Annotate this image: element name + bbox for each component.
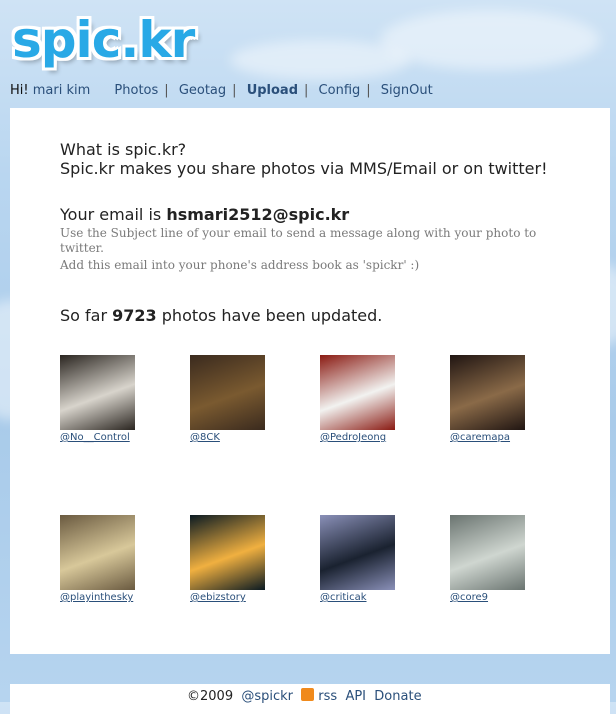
- help-subject-text: Use the Subject line of your email to se…: [60, 226, 537, 255]
- photo-count: 9723: [112, 306, 157, 325]
- count-suffix: photos have been updated.: [161, 306, 383, 325]
- photo-image[interactable]: [190, 515, 265, 590]
- nav-geotag-link[interactable]: Geotag: [179, 83, 226, 98]
- nav-separator: |: [232, 83, 237, 98]
- photo-thumb[interactable]: @ebizstory: [190, 515, 265, 603]
- photo-image[interactable]: [190, 355, 265, 430]
- main-nav: Hi! mari kim Photos | Geotag | Upload | Con…: [10, 83, 433, 98]
- photo-image[interactable]: [450, 515, 525, 590]
- photo-username-link[interactable]: @PedroJeong: [320, 432, 395, 443]
- intro-answer: Spic.kr makes you share photos via MMS/E…: [60, 159, 548, 178]
- footer: ©2009 @spickr rss API Donate: [10, 684, 610, 714]
- photo-image[interactable]: [320, 355, 395, 430]
- photo-count-line: So far 9723 photos have been updated.: [60, 306, 382, 325]
- nav-signout-link[interactable]: SignOut: [381, 83, 433, 98]
- spickr-logo[interactable]: spic.kr: [12, 8, 212, 78]
- rss-icon[interactable]: [301, 688, 315, 701]
- photo-username-link[interactable]: @No__Control: [60, 432, 135, 443]
- photo-thumb[interactable]: @criticak: [320, 515, 395, 603]
- photo-username-link[interactable]: @8CK: [190, 432, 265, 443]
- photo-username-link[interactable]: @core9: [450, 592, 525, 603]
- photo-thumb[interactable]: @caremapa: [450, 355, 525, 443]
- nav-greeting: Hi!: [10, 83, 29, 98]
- email-prefix: Your email is: [60, 205, 162, 224]
- email-help: Use the Subject line of your email to se…: [60, 226, 560, 273]
- nav-separator: |: [366, 83, 371, 98]
- email-line: Your email is hsmari2512@spic.kr: [60, 205, 349, 224]
- photo-username-link[interactable]: @criticak: [320, 592, 395, 603]
- photo-username-link[interactable]: @ebizstory: [190, 592, 265, 603]
- nav-separator: |: [164, 83, 169, 98]
- nav-separator: |: [304, 83, 309, 98]
- photo-thumb[interactable]: @playinthesky: [60, 515, 135, 603]
- count-prefix: So far: [60, 306, 108, 325]
- photo-image[interactable]: [60, 515, 135, 590]
- nav-config-link[interactable]: Config: [319, 83, 361, 98]
- nav-upload-link[interactable]: Upload: [247, 83, 298, 98]
- photo-username-link[interactable]: @caremapa: [450, 432, 525, 443]
- nav-photos-link[interactable]: Photos: [114, 83, 158, 98]
- email-address: hsmari2512@spic.kr: [166, 205, 350, 224]
- nav-user-link[interactable]: mari kim: [33, 83, 91, 98]
- content-panel: What is spic.kr? Spic.kr makes you share…: [10, 108, 610, 654]
- intro-question: What is spic.kr?: [60, 140, 187, 159]
- photo-thumb[interactable]: @8CK: [190, 355, 265, 443]
- help-addressbook-text: Add this email into your phone's address…: [60, 258, 420, 272]
- photo-image[interactable]: [60, 355, 135, 430]
- photo-image[interactable]: [320, 515, 395, 590]
- photo-image[interactable]: [450, 355, 525, 430]
- photo-thumb[interactable]: @No__Control: [60, 355, 135, 443]
- photo-thumb[interactable]: @PedroJeong: [320, 355, 395, 443]
- photo-thumb[interactable]: @core9: [450, 515, 525, 603]
- logo-text: spic.kr: [12, 11, 195, 69]
- photo-username-link[interactable]: @playinthesky: [60, 592, 135, 603]
- intro-block: What is spic.kr? Spic.kr makes you share…: [60, 140, 548, 178]
